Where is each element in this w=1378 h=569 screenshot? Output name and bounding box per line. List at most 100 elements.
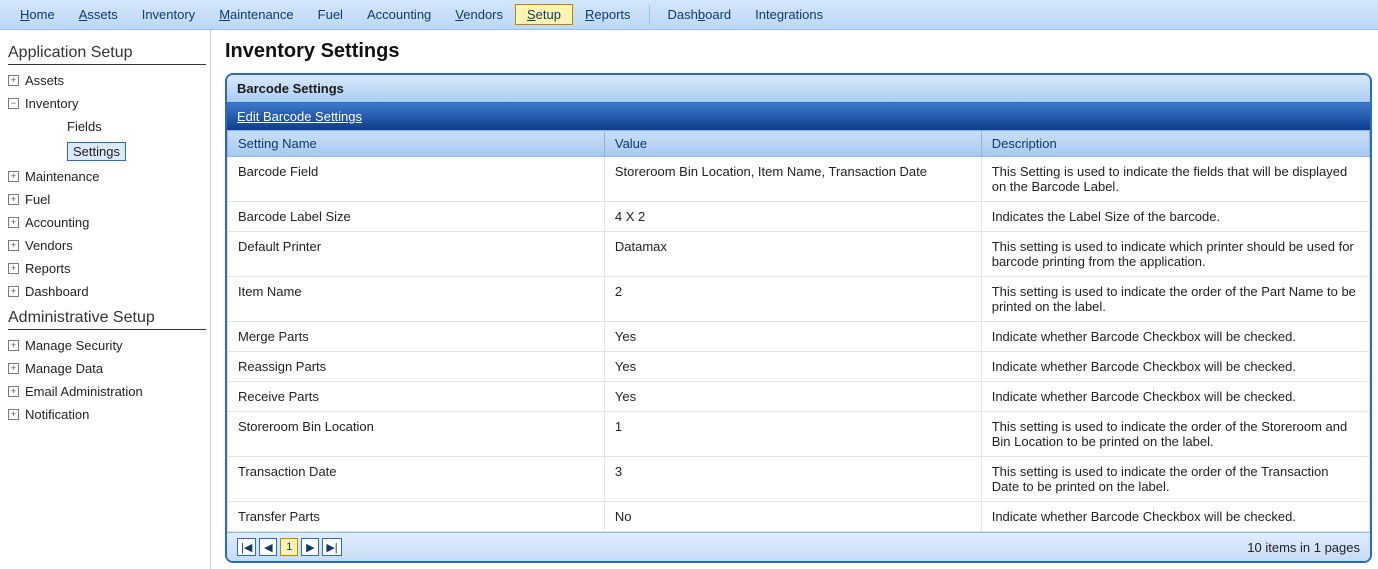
expand-icon[interactable] bbox=[8, 340, 19, 351]
tree-item-label: Settings bbox=[67, 142, 126, 161]
pager: |◀ ◀ 1 ▶ ▶| 10 items in 1 pages bbox=[227, 532, 1370, 561]
sidebar: Application Setup Assets Inventory Fields S… bbox=[0, 30, 210, 569]
administrative-setup-tree: Manage Security Manage Data Email Administ… bbox=[8, 334, 206, 426]
edit-barcode-settings-link[interactable]: Edit Barcode Settings bbox=[237, 109, 362, 124]
collapse-icon[interactable] bbox=[8, 98, 19, 109]
tree-item-fuel[interactable]: Fuel bbox=[8, 188, 206, 211]
cell-value: 4 X 2 bbox=[604, 202, 981, 232]
table-row[interactable]: Storeroom Bin Location1This setting is u… bbox=[228, 412, 1370, 457]
menu-separator bbox=[649, 5, 650, 25]
tree-item-notification[interactable]: Notification bbox=[8, 403, 206, 426]
tree-item-label: Fuel bbox=[25, 192, 50, 207]
cell-name: Storeroom Bin Location bbox=[228, 412, 605, 457]
menu-item-reports[interactable]: Reports bbox=[573, 4, 643, 25]
tree-item-label: Accounting bbox=[25, 215, 89, 230]
menu-item-vendors[interactable]: Vendors bbox=[443, 4, 515, 25]
expand-icon[interactable] bbox=[8, 240, 19, 251]
menu-item-setup[interactable]: Setup bbox=[515, 4, 573, 25]
cell-desc: This setting is used to indicate which p… bbox=[981, 232, 1369, 277]
cell-desc: This setting is used to indicate the ord… bbox=[981, 412, 1369, 457]
cell-value: 2 bbox=[604, 277, 981, 322]
tree-item-label: Email Administration bbox=[25, 384, 143, 399]
menu-item-inventory[interactable]: Inventory bbox=[130, 4, 207, 25]
tree-item-label: Fields bbox=[67, 119, 102, 134]
expand-icon[interactable] bbox=[8, 286, 19, 297]
application-setup-header: Application Setup bbox=[8, 44, 206, 65]
tree-item-label: Reports bbox=[25, 261, 71, 276]
expand-icon[interactable] bbox=[8, 75, 19, 86]
menu-item-assets[interactable]: Assets bbox=[67, 4, 130, 25]
tree-item-label: Inventory bbox=[25, 96, 78, 111]
expand-icon[interactable] bbox=[8, 363, 19, 374]
cell-name: Barcode Field bbox=[228, 157, 605, 202]
cell-name: Reassign Parts bbox=[228, 352, 605, 382]
table-row[interactable]: Merge PartsYesIndicate whether Barcode C… bbox=[228, 322, 1370, 352]
expand-icon[interactable] bbox=[8, 217, 19, 228]
administrative-setup-header: Administrative Setup bbox=[8, 309, 206, 330]
tree-item-assets[interactable]: Assets bbox=[8, 69, 206, 92]
cell-name: Item Name bbox=[228, 277, 605, 322]
tree-item-inventory[interactable]: Inventory bbox=[8, 92, 206, 115]
cell-name: Transfer Parts bbox=[228, 502, 605, 532]
cell-value: No bbox=[604, 502, 981, 532]
tree-item-vendors[interactable]: Vendors bbox=[8, 234, 206, 257]
cell-value: Datamax bbox=[604, 232, 981, 277]
expand-icon[interactable] bbox=[8, 171, 19, 182]
panel-toolbar: Edit Barcode Settings bbox=[227, 103, 1370, 130]
cell-name: Barcode Label Size bbox=[228, 202, 605, 232]
table-row[interactable]: Barcode Label Size4 X 2Indicates the Lab… bbox=[228, 202, 1370, 232]
tree-item-manage-data[interactable]: Manage Data bbox=[8, 357, 206, 380]
cell-desc: This setting is used to indicate the ord… bbox=[981, 457, 1369, 502]
pager-summary: 10 items in 1 pages bbox=[1247, 540, 1360, 555]
menubar: HomeAssetsInventoryMaintenanceFuelAccoun… bbox=[0, 0, 1378, 30]
content-area: Inventory Settings Barcode Settings Edit… bbox=[210, 30, 1378, 569]
cell-desc: Indicate whether Barcode Checkbox will b… bbox=[981, 352, 1369, 382]
menu-item-dashboard[interactable]: Dashboard bbox=[656, 4, 744, 25]
menu-item-maintenance[interactable]: Maintenance bbox=[207, 4, 305, 25]
tree-item-dashboard[interactable]: Dashboard bbox=[8, 280, 206, 303]
column-header-value[interactable]: Value bbox=[604, 131, 981, 157]
tree-item-fields[interactable]: Fields bbox=[30, 115, 206, 138]
cell-name: Default Printer bbox=[228, 232, 605, 277]
table-row[interactable]: Reassign PartsYesIndicate whether Barcod… bbox=[228, 352, 1370, 382]
page-title: Inventory Settings bbox=[225, 40, 1372, 63]
cell-value: Yes bbox=[604, 382, 981, 412]
tree-item-manage-security[interactable]: Manage Security bbox=[8, 334, 206, 357]
cell-value: Yes bbox=[604, 322, 981, 352]
tree-item-reports[interactable]: Reports bbox=[8, 257, 206, 280]
tree-item-label: Maintenance bbox=[25, 169, 99, 184]
menu-item-home[interactable]: Home bbox=[8, 4, 67, 25]
cell-desc: Indicates the Label Size of the barcode. bbox=[981, 202, 1369, 232]
table-row[interactable]: Receive PartsYesIndicate whether Barcode… bbox=[228, 382, 1370, 412]
tree-item-label: Manage Security bbox=[25, 338, 123, 353]
table-row[interactable]: Default PrinterDatamaxThis setting is us… bbox=[228, 232, 1370, 277]
tree-item-label: Dashboard bbox=[25, 284, 89, 299]
barcode-settings-panel: Barcode Settings Edit Barcode Settings S… bbox=[225, 73, 1372, 563]
menu-item-fuel[interactable]: Fuel bbox=[306, 4, 355, 25]
cell-value: Storeroom Bin Location, Item Name, Trans… bbox=[604, 157, 981, 202]
application-setup-tree: Assets Inventory Fields Settings Maintenance… bbox=[8, 69, 206, 303]
table-row[interactable]: Barcode FieldStoreroom Bin Location, Ite… bbox=[228, 157, 1370, 202]
expand-icon[interactable] bbox=[8, 409, 19, 420]
table-row[interactable]: Item Name2This setting is used to indica… bbox=[228, 277, 1370, 322]
tree-item-label: Vendors bbox=[25, 238, 73, 253]
tree-item-maintenance[interactable]: Maintenance bbox=[8, 165, 206, 188]
menu-item-integrations[interactable]: Integrations bbox=[743, 4, 835, 25]
settings-table: Setting NameValueDescription Barcode Fie… bbox=[227, 130, 1370, 532]
cell-name: Transaction Date bbox=[228, 457, 605, 502]
table-row[interactable]: Transaction Date3This setting is used to… bbox=[228, 457, 1370, 502]
tree-item-email-administration[interactable]: Email Administration bbox=[8, 380, 206, 403]
cell-name: Receive Parts bbox=[228, 382, 605, 412]
column-header-description[interactable]: Description bbox=[981, 131, 1369, 157]
cell-desc: Indicate whether Barcode Checkbox will b… bbox=[981, 322, 1369, 352]
column-header-setting-name[interactable]: Setting Name bbox=[228, 131, 605, 157]
expand-icon[interactable] bbox=[8, 194, 19, 205]
menu-item-accounting[interactable]: Accounting bbox=[355, 4, 443, 25]
tree-item-accounting[interactable]: Accounting bbox=[8, 211, 206, 234]
table-row[interactable]: Transfer PartsNoIndicate whether Barcode… bbox=[228, 502, 1370, 532]
expand-icon[interactable] bbox=[8, 263, 19, 274]
expand-icon[interactable] bbox=[8, 386, 19, 397]
cell-value: 1 bbox=[604, 412, 981, 457]
cell-desc: This setting is used to indicate the ord… bbox=[981, 277, 1369, 322]
tree-item-settings[interactable]: Settings bbox=[30, 138, 206, 165]
